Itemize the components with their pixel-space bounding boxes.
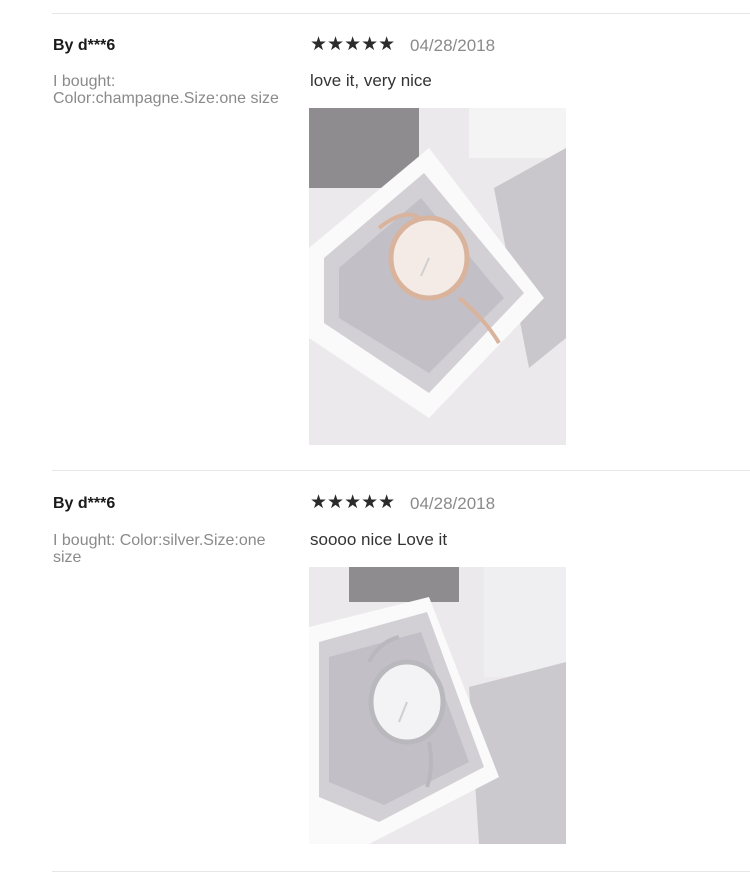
review-photo[interactable] xyxy=(309,108,566,445)
review-author: By d***6 xyxy=(53,37,116,54)
star-rating: ★★★★★ xyxy=(310,34,396,55)
review-purchase-info: I bought: Color:silver.Size:one size xyxy=(53,532,266,566)
watch-photo-image xyxy=(309,108,566,445)
star-rating: ★★★★★ xyxy=(310,492,396,513)
review-date: 04/28/2018 xyxy=(410,36,496,55)
divider-middle xyxy=(52,470,750,471)
watch-photo-image xyxy=(309,567,566,844)
review-date: 04/28/2018 xyxy=(410,494,496,513)
divider-top xyxy=(52,13,750,14)
divider-bottom xyxy=(52,871,750,872)
review-author: By d***6 xyxy=(53,495,116,512)
review-photo[interactable] xyxy=(309,567,566,844)
review-purchase-info: I bought: Color:champagne.Size:one size xyxy=(53,73,279,107)
review-comment: love it, very nice xyxy=(310,71,432,90)
review-comment: soooo nice Love it xyxy=(310,530,448,549)
